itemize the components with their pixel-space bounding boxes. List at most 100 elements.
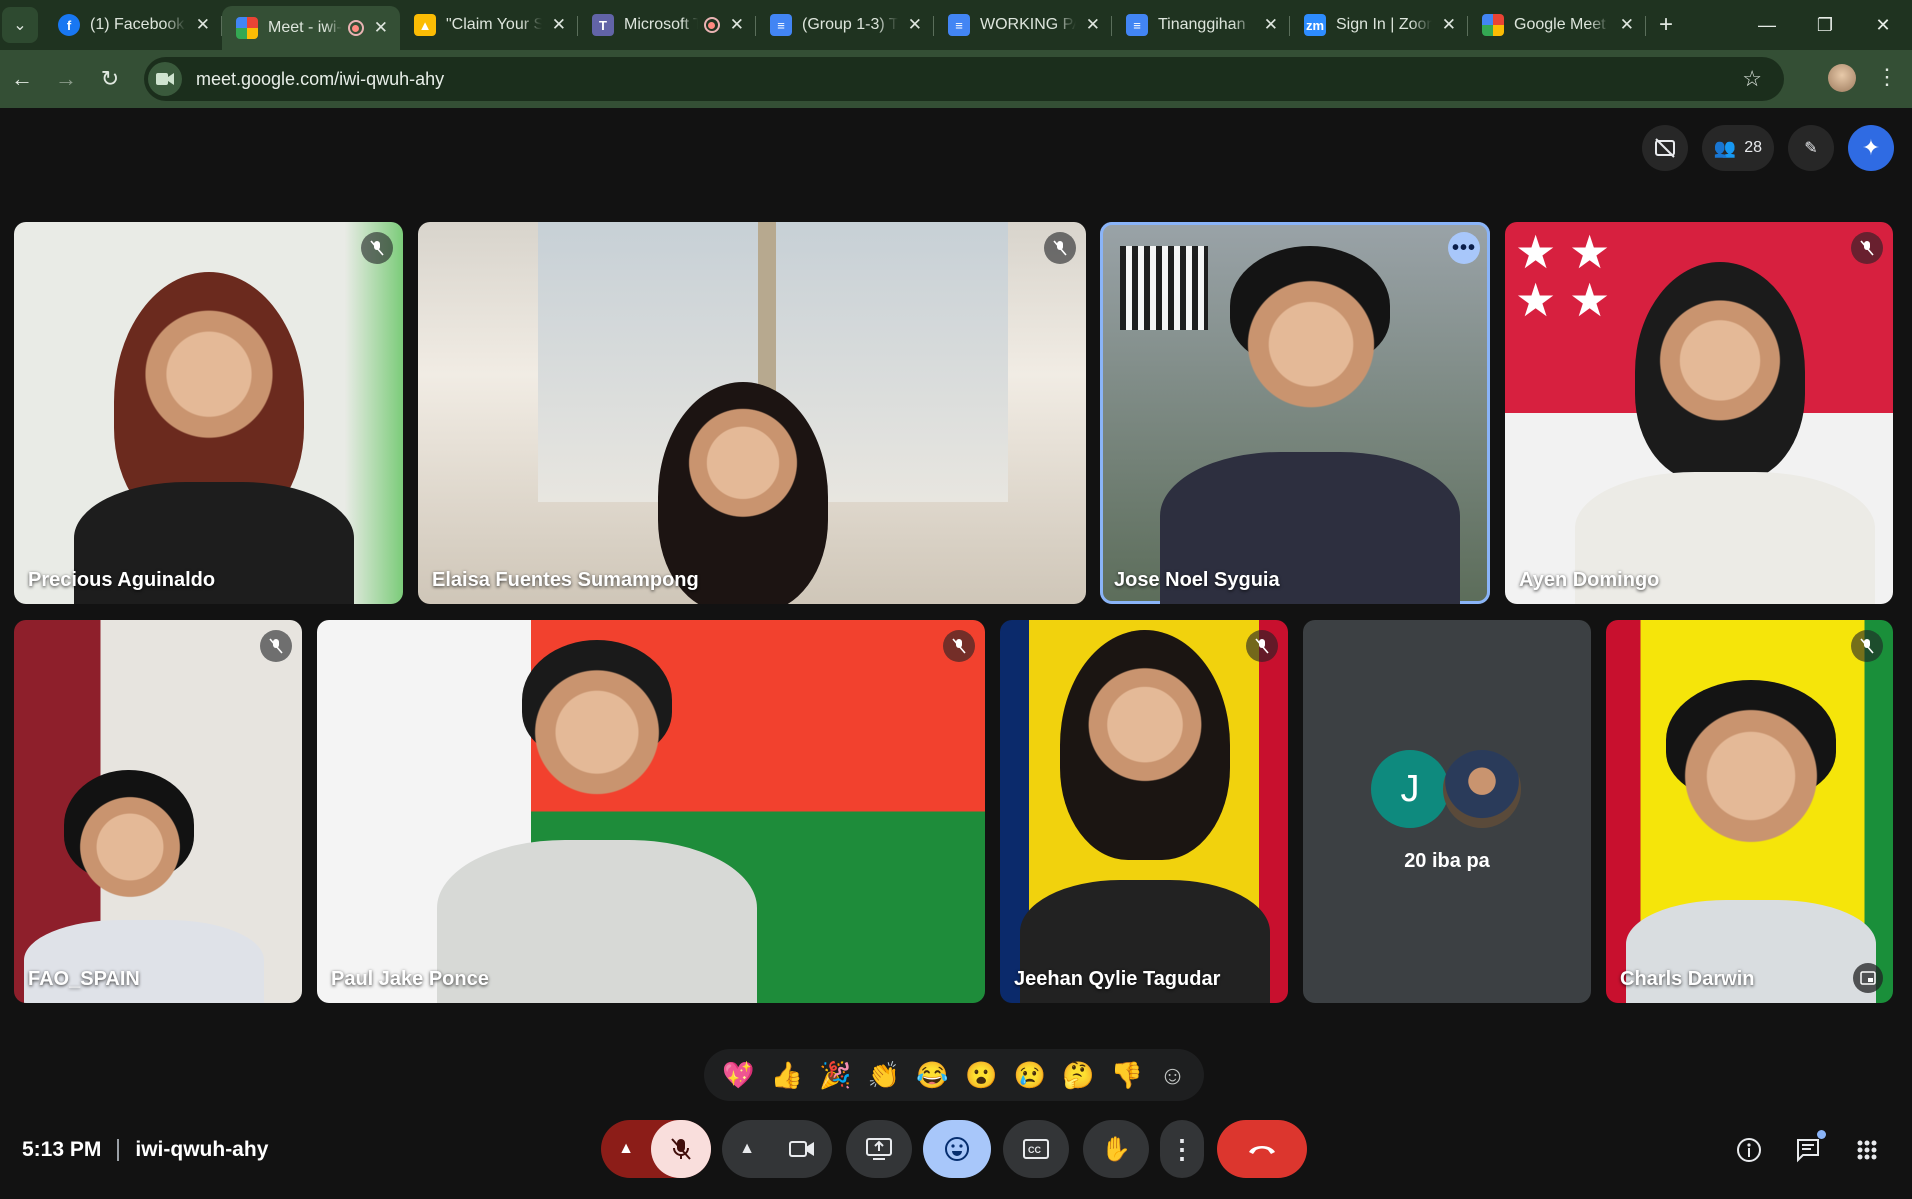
reaction-surprised[interactable]: 😮 [965, 1060, 997, 1091]
meeting-code: iwi-qwuh-ahy [135, 1138, 269, 1161]
sparkle-icon: ✦ [1861, 135, 1881, 160]
reaction-sad[interactable]: 😢 [1014, 1060, 1046, 1091]
forward-button[interactable]: → [44, 66, 88, 92]
participant-tile[interactable]: ••• Jose Noel Syguia [1100, 222, 1490, 604]
close-tab-icon[interactable]: ✕ [908, 15, 922, 35]
more-options-icon[interactable]: ••• [1448, 232, 1480, 264]
edit-icon: ✎ [1804, 140, 1818, 157]
close-tab-icon[interactable]: ✕ [1442, 15, 1456, 35]
pip-icon[interactable] [1853, 963, 1883, 993]
tab-title: WORKING PAPER [980, 16, 1076, 33]
close-window-button[interactable]: ✕ [1854, 0, 1912, 50]
others-count-label: 20 iba pa [1404, 850, 1490, 872]
browser-tab[interactable]: ≡ Tinanggihan ✕ [1112, 0, 1290, 50]
apps-grid-icon [1857, 1140, 1877, 1160]
reaction-laugh[interactable]: 😂 [916, 1060, 948, 1091]
leave-call-button[interactable] [1217, 1120, 1307, 1178]
back-button[interactable]: ← [0, 66, 44, 92]
google-docs-icon: ≡ [948, 14, 970, 36]
participant-name: Precious Aguinaldo [28, 569, 216, 591]
browser-menu-icon[interactable]: ⋮ [1876, 64, 1898, 90]
close-tab-icon[interactable]: ✕ [1620, 15, 1634, 35]
tab-title: Google Meet [1514, 16, 1606, 33]
browser-tab[interactable]: ▲ "Claim Your Spot ✕ [400, 0, 578, 50]
participant-name: Charls Darwin [1620, 968, 1755, 990]
browser-tab[interactable]: ≡ WORKING PAPER ✕ [934, 0, 1112, 50]
site-info-icon[interactable] [148, 62, 182, 96]
bookmark-star-icon[interactable]: ☆ [1742, 66, 1762, 92]
mic-off-icon [1246, 630, 1278, 662]
browser-tab[interactable]: f (1) Facebook ✕ [44, 0, 222, 50]
participant-name: FAO_SPAIN [28, 968, 140, 990]
restore-button[interactable]: ❐ [1796, 0, 1854, 50]
browser-tab[interactable]: zm Sign In | Zoom ✕ [1290, 0, 1468, 50]
others-tile[interactable]: J 20 iba pa [1303, 620, 1591, 1003]
camera-toggle-button[interactable] [772, 1140, 832, 1158]
others-avatar-letter: J [1371, 750, 1449, 828]
video-camera-icon [789, 1141, 814, 1157]
reaction-thumbs-down[interactable]: 👎 [1111, 1060, 1143, 1091]
reaction-thinking[interactable]: 🤔 [1062, 1060, 1094, 1091]
close-tab-icon[interactable]: ✕ [196, 15, 210, 35]
meet-top-controls: 👥 28 ✎ ✦ [1641, 125, 1894, 171]
tab-separator [1645, 16, 1646, 36]
new-tab-button[interactable]: + [1646, 11, 1686, 39]
mic-off-icon [1851, 232, 1883, 264]
mic-off-icon [361, 232, 393, 264]
captions-off-button[interactable] [1641, 125, 1688, 171]
mic-toggle-button[interactable] [651, 1120, 711, 1178]
participant-tile[interactable]: Precious Aguinaldo [14, 222, 403, 604]
hand-icon: ✋ [1101, 1135, 1131, 1163]
browser-tab[interactable]: ≡ (Group 1-3) T ✕ [756, 0, 934, 50]
gemini-button[interactable]: ✦ [1848, 125, 1894, 171]
participant-tile[interactable]: ★ ★ ★ ★ Ayen Domingo [1505, 222, 1893, 604]
participant-tile[interactable]: Charls Darwin [1606, 620, 1893, 1003]
participant-tile[interactable]: Paul Jake Ponce [317, 620, 985, 1003]
reaction-thumbs-up[interactable]: 👍 [771, 1060, 803, 1091]
profile-avatar[interactable] [1828, 64, 1856, 92]
recording-indicator-icon [703, 17, 720, 33]
video-options-button[interactable]: ▲ [722, 1140, 772, 1158]
meet-stage: 👥 28 ✎ ✦ Precious Aguinaldo Elaisa Fuent… [0, 108, 1912, 1199]
close-tab-icon[interactable]: ✕ [1086, 15, 1100, 35]
add-reaction-icon[interactable]: ☺ [1159, 1060, 1186, 1091]
browser-tab-bar: ⌄ f (1) Facebook ✕ Meet - iwi-qwuh-ahy ✕ ▲ "Cl… [0, 0, 1912, 50]
closed-captions-icon: CC [1023, 1139, 1049, 1159]
reload-button[interactable]: ↻ [88, 66, 132, 92]
chat-button[interactable] [1788, 1130, 1828, 1170]
reaction-heart[interactable]: 💖 [722, 1060, 754, 1091]
raise-hand-button[interactable]: ✋ [1083, 1120, 1149, 1178]
people-button[interactable]: 👥 28 [1701, 125, 1774, 171]
participant-tile[interactable]: FAO_SPAIN [14, 620, 302, 1003]
close-tab-icon[interactable]: ✕ [552, 15, 566, 35]
more-options-button[interactable]: ⋮ [1160, 1120, 1204, 1178]
activities-button[interactable] [1847, 1130, 1887, 1170]
recording-indicator-icon [347, 20, 364, 36]
host-controls-button[interactable]: ✎ [1788, 125, 1834, 171]
google-meet-icon [1482, 14, 1504, 36]
close-tab-icon[interactable]: ✕ [374, 18, 388, 38]
participant-tile[interactable]: Elaisa Fuentes Sumampong [418, 222, 1086, 604]
captions-button[interactable]: CC [1003, 1120, 1069, 1178]
present-screen-button[interactable] [846, 1120, 912, 1178]
close-tab-icon[interactable]: ✕ [1264, 15, 1278, 35]
reactions-button[interactable] [923, 1120, 991, 1178]
divider [117, 1139, 120, 1161]
browser-tab[interactable]: Google Meet ✕ [1468, 0, 1646, 50]
google-drive-icon: ▲ [414, 14, 436, 36]
tab-search-button[interactable]: ⌄ [2, 7, 38, 43]
reactions-bar: 💖 👍 🎉 👏 😂 😮 😢 🤔 👎 ☺ [704, 1049, 1204, 1101]
audio-options-button[interactable]: ▲ [601, 1140, 651, 1158]
meeting-details-button[interactable] [1729, 1130, 1769, 1170]
browser-tab[interactable]: T Microsoft Teams ✕ [578, 0, 756, 50]
unread-dot [1817, 1130, 1826, 1139]
participant-name: Elaisa Fuentes Sumampong [432, 569, 699, 591]
svg-text:CC: CC [1028, 1145, 1041, 1155]
address-bar[interactable]: meet.google.com/iwi-qwuh-ahy ☆ [144, 57, 1784, 101]
close-tab-icon[interactable]: ✕ [730, 15, 744, 35]
minimize-button[interactable]: — [1738, 0, 1796, 50]
reaction-party[interactable]: 🎉 [819, 1060, 851, 1091]
reaction-clap[interactable]: 👏 [868, 1060, 900, 1091]
participant-tile[interactable]: Jeehan Qylie Tagudar [1000, 620, 1288, 1003]
browser-tab[interactable]: Meet - iwi-qwuh-ahy ✕ [222, 6, 400, 50]
